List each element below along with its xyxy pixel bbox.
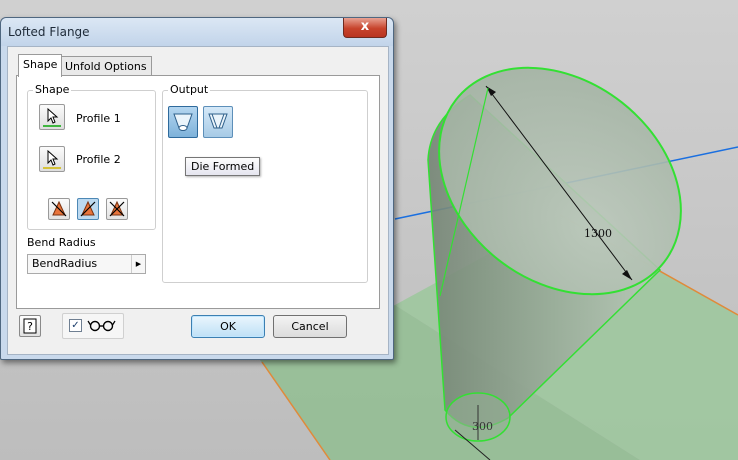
cursor-select-icon [43, 149, 61, 169]
dimension-label-large: 1300 [584, 227, 612, 240]
dialog-title: Lofted Flange [8, 25, 90, 39]
shape-group-title: Shape [33, 83, 72, 96]
title-bar[interactable]: Lofted Flange x [1, 18, 393, 46]
flip-direction-icon [109, 200, 125, 217]
tab-shape-label: Shape [23, 58, 58, 71]
profile-2-label: Profile 2 [76, 153, 121, 166]
press-brake-icon [208, 113, 228, 129]
dimension-label-small: 300 [472, 420, 493, 433]
cancel-button[interactable]: Cancel [273, 315, 347, 338]
preview-checkbox[interactable]: ✓ [69, 319, 82, 332]
shape-group: Shape Profile 1 Profile 2 [27, 83, 156, 230]
output-group: Output Die Formed [162, 83, 368, 283]
die-formed-button[interactable] [168, 106, 198, 138]
die-formed-icon [173, 113, 193, 131]
flip-direction-icon [80, 200, 96, 217]
press-brake-button[interactable] [203, 106, 233, 138]
bend-radius-value: BendRadius [32, 257, 98, 270]
profile-1-label: Profile 1 [76, 112, 121, 125]
tab-shape[interactable]: Shape [18, 54, 63, 77]
close-button[interactable]: x [343, 18, 387, 38]
dialog-client-area: Shape Unfold Options Shape Profile 1 Pro… [7, 46, 389, 355]
output-group-title: Output [168, 83, 211, 96]
help-button[interactable]: ? [19, 315, 41, 337]
bend-radius-input[interactable]: BendRadius ▶ [27, 254, 146, 274]
flip-direction-button-1[interactable] [48, 198, 70, 220]
bend-radius-label: Bend Radius [27, 236, 96, 249]
svg-text:?: ? [27, 320, 33, 333]
flip-direction-button-2[interactable] [77, 198, 99, 220]
tooltip-die-formed: Die Formed [185, 157, 261, 176]
preview-toggle-group: ✓ [62, 313, 124, 339]
flip-direction-button-3[interactable] [106, 198, 128, 220]
tab-unfold-options[interactable]: Unfold Options [60, 56, 152, 76]
shape-tab-panel: Shape Profile 1 Profile 2 Bend Radius Be… [16, 75, 380, 309]
chevron-right-icon[interactable]: ▶ [131, 255, 145, 273]
ok-button[interactable]: OK [191, 315, 265, 338]
cursor-select-icon [43, 107, 61, 127]
help-icon: ? [23, 318, 37, 334]
profile-1-select-button[interactable] [39, 104, 65, 130]
glasses-icon [87, 320, 116, 332]
profile-2-select-button[interactable] [39, 146, 65, 172]
close-icon: x [360, 19, 370, 34]
lofted-flange-dialog: Lofted Flange x Shape Unfold Options Sha… [0, 17, 394, 360]
tab-unfold-options-label: Unfold Options [65, 60, 147, 73]
flip-direction-icon [51, 200, 67, 217]
